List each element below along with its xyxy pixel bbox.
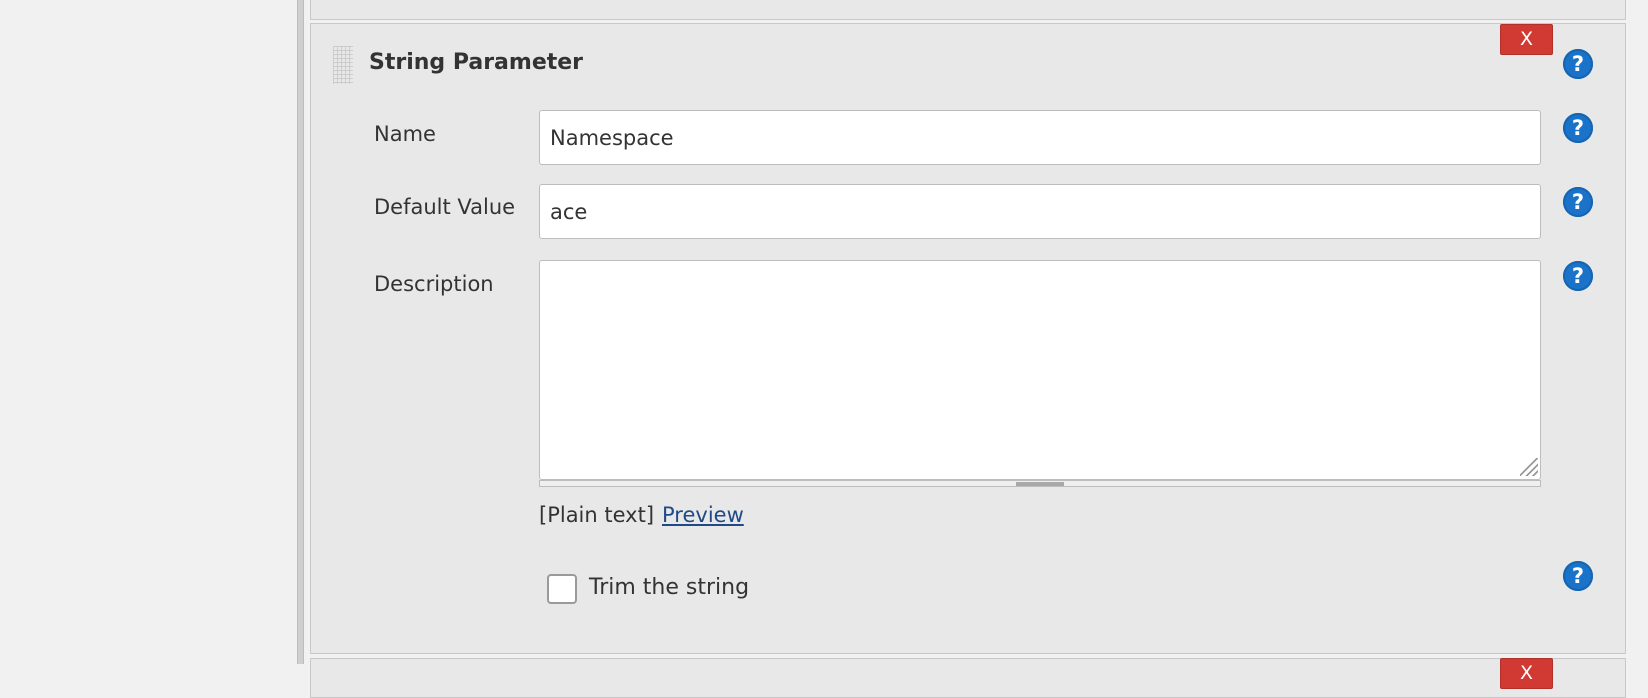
help-icon-trim[interactable]: ? xyxy=(1563,561,1593,591)
help-icon-description[interactable]: ? xyxy=(1563,261,1593,291)
previous-parameter-block xyxy=(310,0,1626,20)
preview-link[interactable]: Preview xyxy=(662,503,744,527)
default-value-label: Default Value xyxy=(374,195,516,219)
trim-string-checkbox[interactable] xyxy=(547,574,577,604)
resize-bar-handle[interactable] xyxy=(1016,482,1064,486)
name-input[interactable] xyxy=(539,110,1541,165)
description-textarea[interactable] xyxy=(539,260,1541,480)
name-label: Name xyxy=(374,122,436,146)
drag-handle-icon[interactable] xyxy=(333,46,353,84)
parameter-title: String Parameter xyxy=(369,50,584,75)
help-icon-parameter[interactable]: ? xyxy=(1563,49,1593,79)
section-rail xyxy=(297,0,304,664)
trim-string-label[interactable]: Trim the string xyxy=(589,575,749,600)
help-icon-default-value[interactable]: ? xyxy=(1563,187,1593,217)
resize-grip-icon[interactable] xyxy=(1520,458,1538,476)
default-value-input[interactable] xyxy=(539,184,1541,239)
help-icon-name[interactable]: ? xyxy=(1563,113,1593,143)
format-plain-text: [Plain text] xyxy=(539,503,655,527)
left-gutter xyxy=(0,0,300,664)
delete-parameter-button[interactable]: X xyxy=(1500,24,1553,55)
delete-next-parameter-button[interactable]: X xyxy=(1500,658,1553,689)
next-parameter-block xyxy=(310,658,1626,698)
description-label: Description xyxy=(374,272,494,296)
